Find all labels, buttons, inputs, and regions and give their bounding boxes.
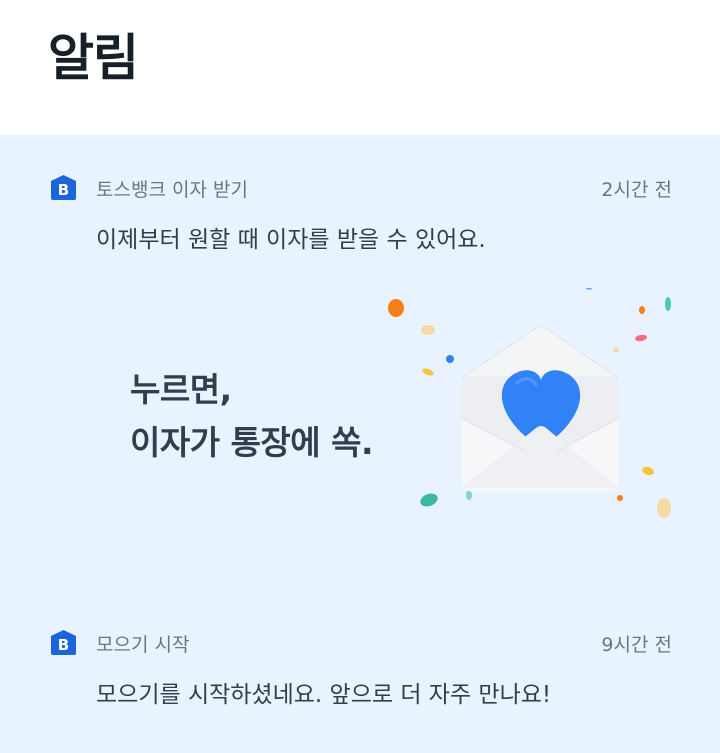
page-title: 알림 [48, 29, 139, 87]
envelope-heart-icon [388, 288, 671, 518]
notification-time: 2시간 전 [601, 179, 672, 201]
notification-source: 토스뱅크 이자 받기 [96, 179, 248, 201]
svg-text:B: B [58, 636, 69, 654]
notification-feed[interactable]: B 토스뱅크 이자 받기 2시간 전 이제부터 원할 때 이자를 받을 수 있어… [0, 135, 720, 753]
toss-bank-icon: B [51, 175, 76, 200]
notification-time: 9시간 전 [601, 634, 672, 656]
notification-message: 이제부터 원할 때 이자를 받을 수 있어요. [96, 227, 486, 253]
notification-item[interactable]: B 토스뱅크 이자 받기 2시간 전 이제부터 원할 때 이자를 받을 수 있어… [0, 135, 720, 590]
svg-text:B: B [58, 181, 69, 199]
notification-item[interactable]: B 모으기 시작 9시간 전 모으기를 시작하셨네요. 앞으로 더 자주 만나요… [0, 590, 720, 753]
notification-message: 모으기를 시작하셨네요. 앞으로 더 자주 만나요! [96, 682, 552, 708]
page-header: 알림 [0, 0, 720, 135]
toss-bank-icon: B [51, 630, 76, 655]
notification-source: 모으기 시작 [96, 634, 190, 656]
promo-banner[interactable]: 누르면, 이자가 통장에 쏙. [96, 288, 672, 538]
